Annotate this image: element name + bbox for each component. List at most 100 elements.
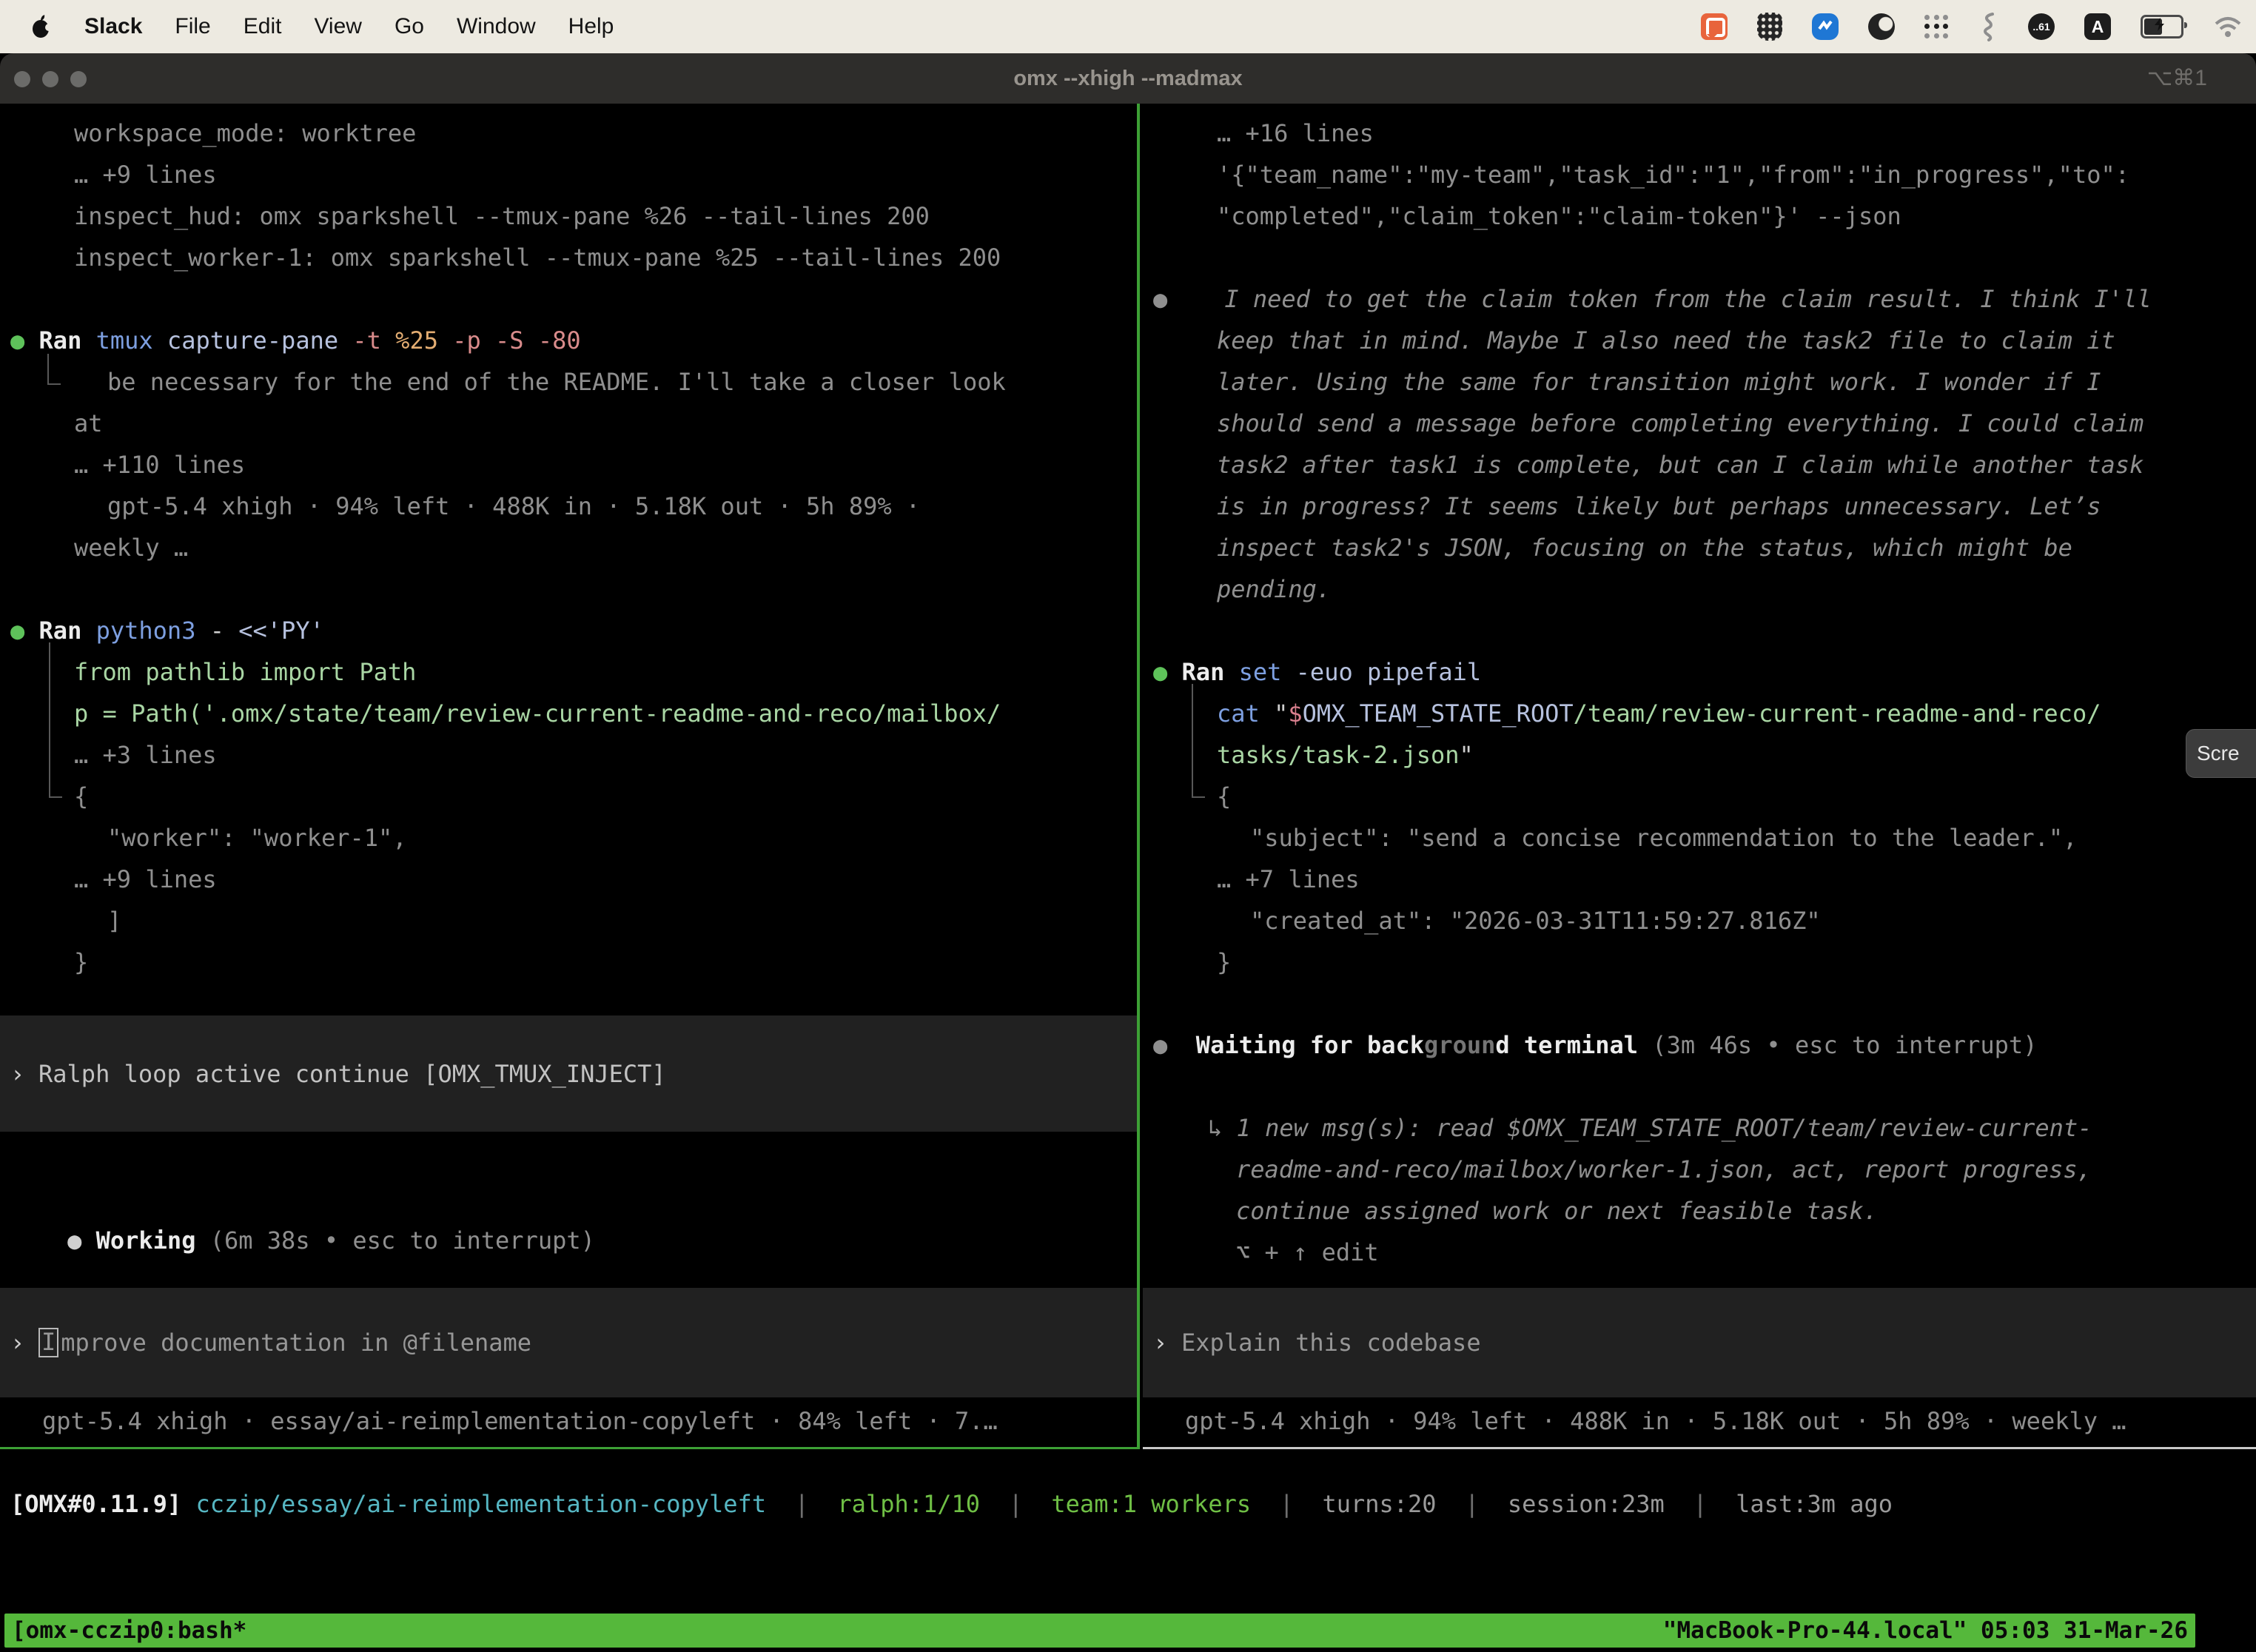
- terminal-line: ⌥ + ↑ edit: [1143, 1232, 2256, 1273]
- status-segment: |: [980, 1490, 1051, 1518]
- menu-item-edit[interactable]: Edit: [244, 14, 282, 39]
- terminal-line: ↳ 1 new msg(s): read $OMX_TEAM_STATE_ROO…: [1143, 1107, 2256, 1149]
- status-segment: [OMX#0.11.9]: [10, 1490, 181, 1518]
- menu-items: Slack File Edit View Go Window Help: [0, 14, 614, 39]
- output-gutter-rule: [47, 354, 61, 385]
- terminal-pane-leader[interactable]: workspace_mode: worktree… +9 linesinspec…: [0, 104, 1140, 1449]
- window-shortcut: ⌥⌘1: [2147, 53, 2207, 104]
- terminal-line: inspect task2's JSON, focusing on the st…: [1143, 527, 2256, 568]
- terminal-line: gpt-5.4 xhigh · 94% left · 488K in · 5.1…: [0, 486, 1137, 527]
- menu-item-go[interactable]: Go: [395, 14, 424, 39]
- menu-item-view[interactable]: View: [314, 14, 361, 39]
- terminal-line: "worker": "worker-1",: [0, 817, 1137, 859]
- chat-icon[interactable]: [1701, 13, 1728, 40]
- terminal-line: "completed","claim_token":"claim-token"}…: [1143, 195, 2256, 237]
- terminal-line: {: [0, 776, 1137, 817]
- status-segment: [181, 1490, 195, 1518]
- terminal-line: ● Ran tmux capture-pane -t %25 -p -S -80: [0, 320, 1137, 361]
- prompt-input-right[interactable]: ›Explain this codebase: [1143, 1288, 2256, 1397]
- status-segment: cczip/essay/ai-reimplementation-copyleft: [195, 1490, 766, 1518]
- omx-status-line: [OMX#0.11.9] cczip/essay/ai-reimplementa…: [10, 1483, 1893, 1525]
- menu-item-file[interactable]: File: [175, 14, 210, 39]
- terminal-line: continue assigned work or next feasible …: [1143, 1190, 2256, 1232]
- menu-item-slack[interactable]: Slack: [84, 14, 142, 39]
- notice-text: Ralph loop active continue [OMX_TMUX_INJ…: [38, 1060, 666, 1088]
- model-status-line: gpt-5.4 xhigh · essay/ai-reimplementatio…: [0, 1400, 1137, 1442]
- status-segment: last:3m ago: [1736, 1490, 1893, 1518]
- blue-badge-icon[interactable]: [1812, 13, 1839, 40]
- terminal-output: … +16 lines'{"team_name":"my-team","task…: [1143, 104, 2256, 1273]
- input-placeholder: Explain this codebase: [1181, 1329, 1481, 1357]
- status-segment: |: [1251, 1490, 1322, 1518]
- terminal-line: workspace_mode: worktree: [0, 113, 1137, 154]
- terminal-line: ● Waiting for background terminal (3m 46…: [1143, 1024, 2256, 1066]
- status-segment: |: [1437, 1490, 1508, 1518]
- menu-item-help[interactable]: Help: [568, 14, 614, 39]
- terminal-line: should send a message before completing …: [1143, 403, 2256, 444]
- dots-grid-icon[interactable]: [1924, 14, 1950, 39]
- crescent-icon[interactable]: [1868, 13, 1895, 40]
- terminal-line: [0, 568, 1137, 610]
- status-segment: turns:20: [1322, 1490, 1436, 1518]
- prompt-arrow-icon: ›: [0, 1060, 38, 1088]
- model-status-line: gpt-5.4 xhigh · 94% left · 488K in · 5.1…: [1143, 1400, 2256, 1442]
- terminal-line: inspect_hud: omx sparkshell --tmux-pane …: [0, 195, 1137, 237]
- a-key-icon[interactable]: A: [2084, 13, 2111, 40]
- terminal-line: later. Using the same for transition mig…: [1143, 361, 2256, 403]
- terminal-line: … +16 lines: [1143, 113, 2256, 154]
- text-cursor: I: [38, 1328, 58, 1357]
- working-status: ● Working (6m 38s • esc to interrupt): [0, 1178, 1137, 1220]
- working-detail: (6m 38s • esc to interrupt): [195, 1226, 594, 1255]
- tmux-session-tab[interactable]: [omx-cczip0:bash*: [12, 1617, 246, 1644]
- apple-icon[interactable]: [30, 14, 52, 39]
- tmux-status-bar[interactable]: [omx-cczip0:bash* "MacBook-Pro-44.local"…: [4, 1614, 2195, 1648]
- output-gutter-rule: [49, 642, 62, 798]
- shield-grid-icon[interactable]: [1757, 13, 1782, 41]
- window-title: omx --xhigh --madmax: [0, 53, 2256, 104]
- terminal-line: ]: [0, 900, 1137, 941]
- menu-bar: Slack File Edit View Go Window Help ..61 A: [0, 0, 2256, 53]
- terminal-line: {: [1143, 776, 2256, 817]
- status-icon-strip: ..61 A: [1701, 0, 2243, 53]
- terminal-line: weekly …: [0, 527, 1137, 568]
- working-label: Working: [96, 1226, 196, 1255]
- terminal-line: pending.: [1143, 568, 2256, 610]
- terminal-line: … +3 lines: [0, 734, 1137, 776]
- status-segment: session:23m: [1508, 1490, 1665, 1518]
- terminal-line: p = Path('.omx/state/team/review-current…: [0, 693, 1137, 734]
- notice-ralph-loop: ›Ralph loop active continue [OMX_TMUX_IN…: [0, 1015, 1137, 1132]
- terminal-line: at: [0, 403, 1137, 444]
- status-segment: ralph:1/10: [837, 1490, 980, 1518]
- status-segment: |: [1665, 1490, 1736, 1518]
- terminal-line: keep that in mind. Maybe I also need the…: [1143, 320, 2256, 361]
- terminal-output: workspace_mode: worktree… +9 linesinspec…: [0, 104, 1137, 983]
- battery-icon[interactable]: [2141, 15, 2183, 38]
- circle-61-icon[interactable]: ..61: [2028, 13, 2055, 40]
- terminal-line: task2 after task1 is complete, but can I…: [1143, 444, 2256, 486]
- terminal-line: be necessary for the end of the README. …: [0, 361, 1137, 403]
- squiggle-icon[interactable]: [1979, 12, 1998, 41]
- terminal-line: ● Ran python3 - <<'PY': [0, 610, 1137, 651]
- terminal-line: '{"team_name":"my-team","task_id":"1","f…: [1143, 154, 2256, 195]
- menu-item-window[interactable]: Window: [457, 14, 536, 39]
- terminal-line: readme-and-reco/mailbox/worker-1.json, a…: [1143, 1149, 2256, 1190]
- prompt-arrow-icon: ›: [0, 1329, 38, 1357]
- screenshot-tooltip: Scre: [2186, 729, 2256, 778]
- terminal-line: … +9 lines: [0, 859, 1137, 900]
- terminal-line: from pathlib import Path: [0, 651, 1137, 693]
- terminal-line: }: [1143, 941, 2256, 983]
- terminal-line: inspect_worker-1: omx sparkshell --tmux-…: [0, 237, 1137, 278]
- status-bullet-icon: ●: [67, 1226, 81, 1255]
- terminal-line: … +9 lines: [0, 154, 1137, 195]
- tmux-host-clock: "MacBook-Pro-44.local" 05:03 31-Mar-26: [1663, 1617, 2188, 1644]
- terminal-line: [1143, 1066, 2256, 1107]
- status-segment: team:1 workers: [1051, 1490, 1251, 1518]
- prompt-input-left[interactable]: ›Improve documentation in @filename: [0, 1288, 1137, 1397]
- wifi-icon[interactable]: [2213, 16, 2243, 38]
- terminal-pane-worker[interactable]: … +16 lines'{"team_name":"my-team","task…: [1143, 104, 2256, 1449]
- terminal-line: "subject": "send a concise recommendatio…: [1143, 817, 2256, 859]
- terminal-line: … +7 lines: [1143, 859, 2256, 900]
- terminal-line: ● I need to get the claim token from the…: [1143, 278, 2256, 320]
- terminal-line: [1143, 610, 2256, 651]
- input-placeholder: mprove documentation in @filename: [61, 1329, 531, 1357]
